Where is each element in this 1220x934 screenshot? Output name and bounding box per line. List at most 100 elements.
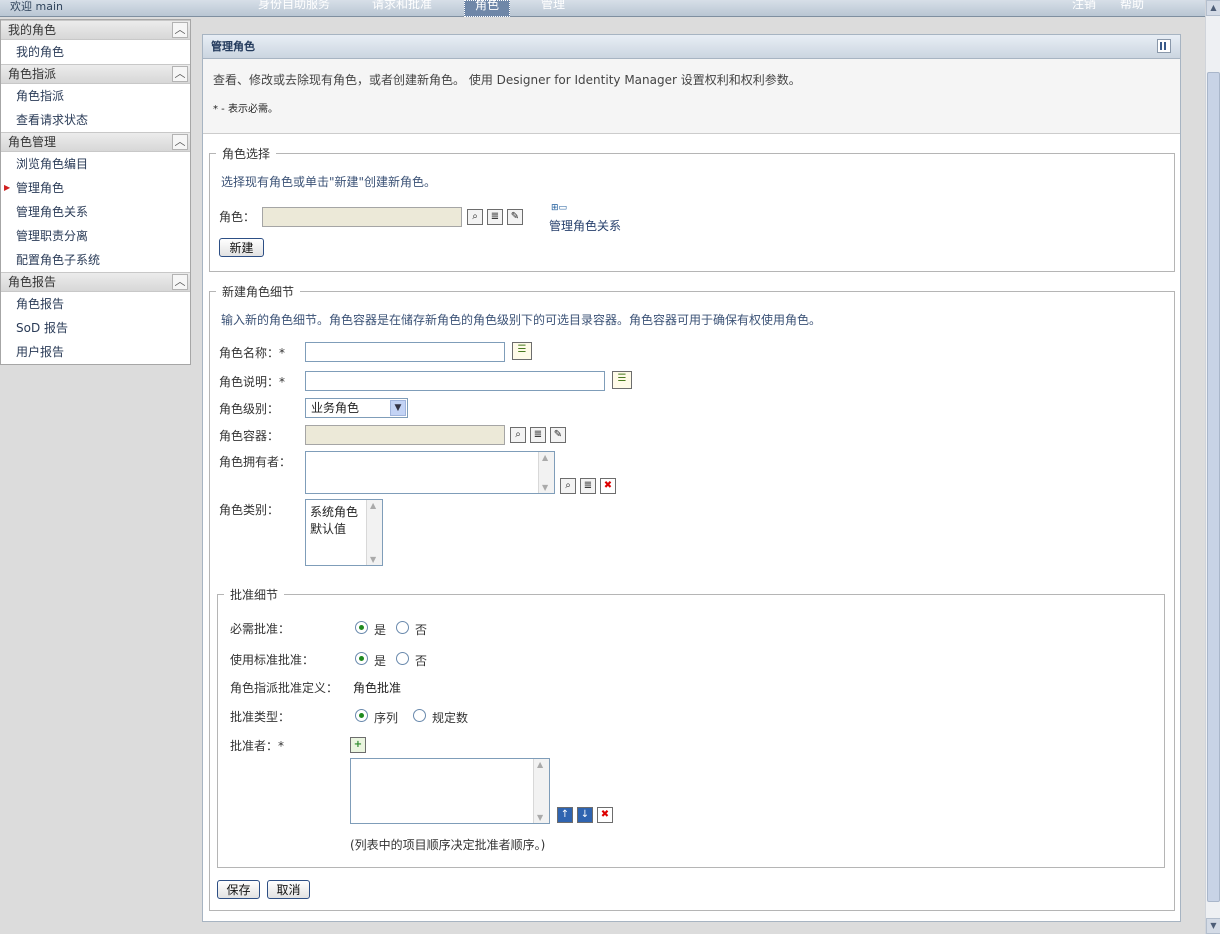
page-scrollbar[interactable]: ▲ ▼ xyxy=(1205,0,1220,934)
manage-role-relationships-link[interactable]: 管理角色关系 xyxy=(549,217,621,234)
nav-tab-requests-approvals[interactable]: 请求和批准 xyxy=(372,0,432,12)
history-list-icon[interactable]: ≣ xyxy=(530,427,546,443)
save-button[interactable]: 保存 xyxy=(217,880,260,899)
sidebar-item-view-request-status[interactable]: 查看请求状态 xyxy=(1,108,190,132)
role-description-label: 角色说明：* xyxy=(219,375,286,389)
nav-tab-roles-label: 角色 xyxy=(475,0,500,12)
panel-menu-icon[interactable] xyxy=(1157,39,1171,53)
role-description-input[interactable] xyxy=(305,371,605,391)
role-owner-list[interactable] xyxy=(305,451,555,494)
role-input[interactable] xyxy=(262,207,462,227)
role-label: 角色： xyxy=(219,210,256,224)
role-category-list[interactable]: 系统角色 默认值 xyxy=(305,499,383,566)
approval-type-label: 批准类型： xyxy=(230,710,291,724)
add-approver-icon[interactable]: + xyxy=(350,737,366,753)
scrollbar[interactable] xyxy=(366,500,382,565)
collapse-icon[interactable]: ︿ xyxy=(172,134,188,150)
approvers-list[interactable] xyxy=(350,758,550,824)
search-icon[interactable]: ⌕ xyxy=(510,427,526,443)
radio-label: 是 xyxy=(374,623,387,637)
panel-title: 管理角色 xyxy=(211,40,255,53)
approval-required-yes-radio[interactable] xyxy=(355,621,368,634)
collapse-icon[interactable]: ︿ xyxy=(172,22,188,38)
approval-definition-value: 角色批准 xyxy=(353,681,402,695)
cancel-button[interactable]: 取消 xyxy=(267,880,310,899)
standard-approval-label: 使用标准批准： xyxy=(230,653,315,667)
top-navigation-bar: 欢迎 main 身份自助服务 请求和批准 角色 管理 注销 帮助 xyxy=(0,0,1205,17)
approval-type-quorum-radio[interactable] xyxy=(413,709,426,722)
delete-icon[interactable]: ✖ xyxy=(597,807,613,823)
sidebar-item-configure-subsystem[interactable]: 配置角色子系统 xyxy=(1,248,190,272)
role-container-label: 角色容器： xyxy=(219,429,280,443)
sidebar-item-manage-role-relationships[interactable]: 管理角色关系 xyxy=(1,200,190,224)
sidebar-item-manage-roles[interactable]: 管理角色 xyxy=(1,176,190,200)
approval-required-label: 必需批准： xyxy=(230,622,291,636)
required-note: * - 表示必需。 xyxy=(213,104,278,115)
scrollbar[interactable] xyxy=(533,759,549,823)
role-selection-legend: 角色选择 xyxy=(222,147,271,161)
logout-link[interactable]: 注销 xyxy=(1072,0,1096,12)
history-list-icon[interactable]: ≣ xyxy=(487,209,503,225)
scroll-thumb[interactable] xyxy=(1207,72,1220,902)
move-down-icon[interactable]: ↓ xyxy=(577,807,593,823)
role-selection-hint: 选择现有角色或单击"新建"创建新角色。 xyxy=(221,175,437,189)
radio-label: 否 xyxy=(415,654,428,668)
localize-icon[interactable]: ☰ xyxy=(612,371,632,389)
collapse-icon[interactable]: ︿ xyxy=(172,66,188,82)
sidebar-section-role-assignment: 角色指派 ︿ xyxy=(1,64,190,84)
radio-label: 是 xyxy=(374,654,387,668)
sidebar: 我的角色 ︿ 我的角色 角色指派 ︿ 角色指派 查看请求状态 角色管理 ︿ 浏览… xyxy=(0,19,191,365)
new-role-hint: 输入新的角色细节。角色容器是在储存新角色的角色级别下的可选目录容器。角色容器可用… xyxy=(221,313,822,327)
nav-tab-identity-self-service[interactable]: 身份自助服务 xyxy=(258,0,330,12)
chevron-down-icon[interactable]: ▼ xyxy=(390,400,406,416)
sidebar-section-role-management: 角色管理 ︿ xyxy=(1,132,190,152)
panel-titlebar: 管理角色 xyxy=(203,35,1180,59)
delete-icon[interactable]: ✖ xyxy=(600,478,616,494)
nav-tab-administration[interactable]: 管理 xyxy=(541,0,565,12)
collapse-icon[interactable]: ︿ xyxy=(172,274,188,290)
approval-definition-label: 角色指派批准定义： xyxy=(230,681,339,695)
nav-tab-roles[interactable]: 角色 xyxy=(464,0,510,17)
scrollbar[interactable] xyxy=(538,452,554,493)
role-name-input[interactable] xyxy=(305,342,505,362)
role-container-input[interactable] xyxy=(305,425,505,445)
edit-icon[interactable]: ✎ xyxy=(507,209,523,225)
approval-required-no-radio[interactable] xyxy=(396,621,409,634)
role-level-label: 角色级别： xyxy=(219,402,280,416)
sidebar-item-my-roles[interactable]: 我的角色 xyxy=(1,40,190,64)
edit-icon[interactable]: ✎ xyxy=(550,427,566,443)
sidebar-item-sod-reports[interactable]: SoD 报告 xyxy=(1,316,190,340)
search-icon[interactable]: ⌕ xyxy=(467,209,483,225)
section-title: 角色管理 xyxy=(8,135,57,149)
sidebar-item-role-reports[interactable]: 角色报告 xyxy=(1,292,190,316)
localize-icon[interactable]: ☰ xyxy=(512,342,532,360)
standard-approval-yes-radio[interactable] xyxy=(355,652,368,665)
new-role-details-legend: 新建角色细节 xyxy=(222,285,295,299)
approval-details-legend: 批准细节 xyxy=(230,588,279,602)
sidebar-section-role-reports: 角色报告 ︿ xyxy=(1,272,190,292)
sidebar-item-user-reports[interactable]: 用户报告 xyxy=(1,340,190,364)
approver-order-note: (列表中的项目顺序决定批准者顺序。) xyxy=(350,838,546,852)
search-icon[interactable]: ⌕ xyxy=(560,478,576,494)
panel-intro: 查看、修改或去除现有角色，或者创建新角色。 使用 Designer for Id… xyxy=(203,59,1180,134)
sidebar-item-manage-sod[interactable]: 管理职责分离 xyxy=(1,224,190,248)
manage-roles-panel: 管理角色 查看、修改或去除现有角色，或者创建新角色。 使用 Designer f… xyxy=(202,34,1181,922)
sidebar-section-my-roles: 我的角色 ︿ xyxy=(1,20,190,40)
welcome-text: 欢迎 main xyxy=(10,0,63,13)
intro-text: 查看、修改或去除现有角色，或者创建新角色。 使用 Designer for Id… xyxy=(213,73,801,87)
radio-label: 规定数 xyxy=(432,711,469,725)
radio-label: 序列 xyxy=(374,711,399,725)
new-role-button[interactable]: 新建 xyxy=(219,238,264,257)
scroll-down-icon[interactable]: ▼ xyxy=(1206,918,1220,934)
scroll-up-icon[interactable]: ▲ xyxy=(1206,0,1220,16)
standard-approval-no-radio[interactable] xyxy=(396,652,409,665)
history-list-icon[interactable]: ≣ xyxy=(580,478,596,494)
help-link[interactable]: 帮助 xyxy=(1120,0,1144,12)
role-relationship-icon[interactable]: ⊞▭ xyxy=(551,203,567,213)
sidebar-item-browse-catalog[interactable]: 浏览角色编目 xyxy=(1,152,190,176)
section-title: 角色指派 xyxy=(8,67,57,81)
role-level-select[interactable]: 业务角色 ▼ xyxy=(305,398,408,418)
approval-type-serial-radio[interactable] xyxy=(355,709,368,722)
sidebar-item-role-assignment[interactable]: 角色指派 xyxy=(1,84,190,108)
move-up-icon[interactable]: ↑ xyxy=(557,807,573,823)
